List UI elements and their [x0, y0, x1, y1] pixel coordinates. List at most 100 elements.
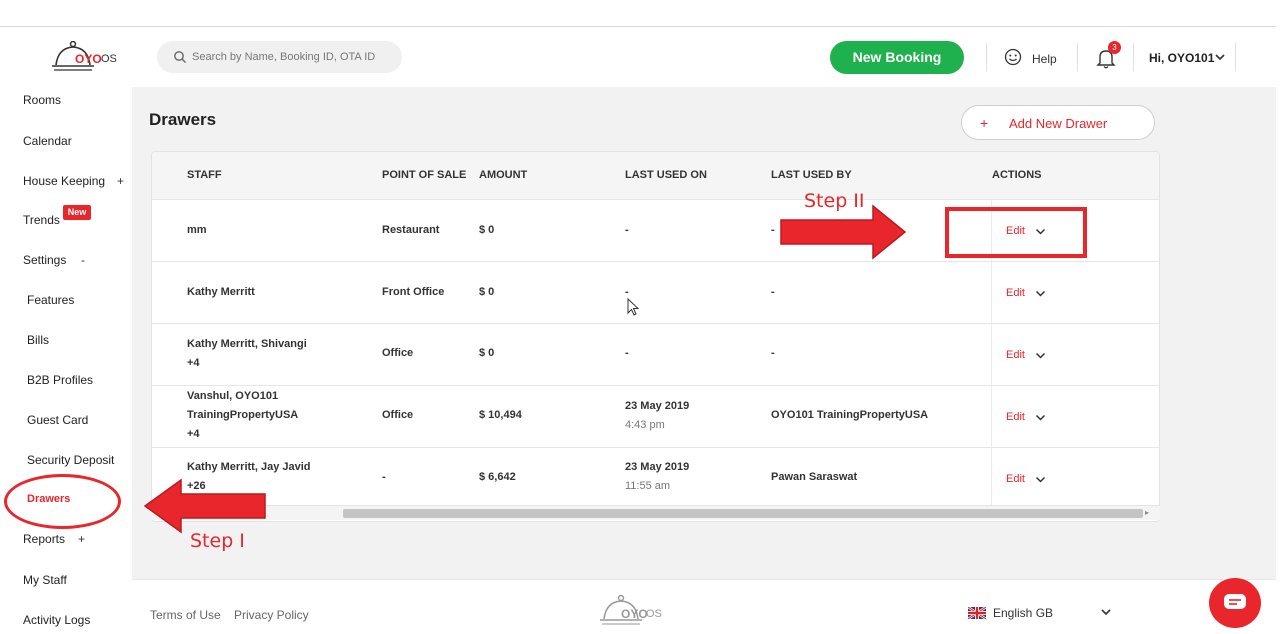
step1-arrow-icon	[143, 478, 266, 534]
search-bar[interactable]: Search by Name, Booking ID, OTA ID	[157, 41, 402, 73]
header-divider	[1235, 43, 1236, 71]
last-used-on-cell: 23 May 2019	[625, 461, 690, 473]
amount-cell: $ 0	[479, 286, 495, 298]
privacy-policy-link[interactable]: Privacy Policy	[234, 608, 309, 622]
sidebar-item-features[interactable]: Features	[27, 293, 74, 307]
language-selector[interactable]: English GB	[993, 606, 1053, 620]
sidebar-item-calendar[interactable]: Calendar	[23, 134, 72, 148]
sidebar-item-activity-logs[interactable]: Activity Logs	[23, 613, 90, 627]
expand-icon[interactable]: +	[78, 532, 85, 546]
staff-cell: mm	[187, 224, 207, 236]
header-divider	[986, 43, 987, 71]
edit-button[interactable]: Edit	[1006, 287, 1025, 299]
staff-cell: Kathy Merritt, Shivangi	[187, 338, 307, 350]
staff-cell: Kathy Merritt, Jay Javid	[187, 461, 311, 473]
column-header-point-of-sale: POINT OF SALE	[382, 169, 467, 181]
sidebar-item-bills[interactable]: Bills	[27, 333, 49, 347]
sidebar-item-trends[interactable]: Trends	[23, 213, 60, 227]
logo-text: OYO	[75, 52, 102, 66]
pos-cell: Front Office	[382, 286, 445, 298]
page-title: Drawers	[149, 110, 217, 129]
user-menu[interactable]: Hi, OYO101	[1149, 51, 1214, 65]
last-used-on-cell: -	[625, 347, 629, 359]
staff-more-count: +4	[187, 357, 200, 369]
help-label[interactable]: Help	[1032, 52, 1057, 66]
chevron-down-icon[interactable]	[1100, 608, 1112, 617]
last-used-time: 4:43 pm	[625, 419, 665, 431]
staff-more-count: +4	[187, 428, 200, 440]
actions-cell: Edit	[991, 448, 1159, 509]
last-used-on-cell: 23 May 2019	[625, 400, 690, 412]
last-used-by-cell: -	[771, 286, 775, 298]
add-new-drawer-button[interactable]: + Add New Drawer	[961, 105, 1155, 140]
sidebar-item-rooms[interactable]: Rooms	[23, 93, 61, 107]
actions-cell: Edit	[991, 262, 1159, 323]
sidebar-item-security-deposit[interactable]: Security Deposit	[27, 453, 114, 467]
amount-cell: $ 10,494	[479, 409, 522, 421]
chevron-down-icon[interactable]	[1035, 352, 1046, 360]
last-used-by-cell: OYO101 TrainingPropertyUSA	[771, 409, 929, 421]
footer-logo-suffix: OS	[646, 608, 662, 620]
expand-icon[interactable]: +	[117, 174, 124, 188]
staff-cell: Vanshul, OYO101	[187, 390, 279, 402]
sidebar-item-reports[interactable]: Reports	[23, 532, 65, 546]
search-icon	[174, 51, 186, 63]
column-header-staff: STAFF	[187, 169, 222, 181]
step2-label: Step II	[804, 190, 865, 212]
last-used-on-cell: -	[625, 224, 629, 236]
help-icon[interactable]	[1004, 48, 1022, 66]
amount-cell: $ 0	[479, 224, 495, 236]
last-used-by-cell: -	[771, 347, 775, 359]
new-badge: New	[63, 205, 91, 220]
sidebar-item-settings[interactable]: Settings	[23, 253, 66, 267]
pos-cell: -	[382, 471, 386, 483]
amount-cell: $ 6,642	[479, 471, 516, 483]
table-row: Kathy Merritt Front Office $ 0 - - Edit	[152, 261, 1159, 323]
edit-button[interactable]: Edit	[1006, 411, 1025, 423]
table-header: STAFF POINT OF SALE AMOUNT LAST USED ON …	[152, 152, 1159, 199]
add-new-drawer-label: Add New Drawer	[1009, 116, 1108, 131]
new-booking-button[interactable]: New Booking	[830, 41, 964, 74]
edit-highlight-box	[945, 207, 1087, 258]
scrollbar-thumb[interactable]	[343, 509, 1143, 518]
horizontal-scrollbar[interactable]: ▸	[151, 505, 1160, 520]
pos-cell: Restaurant	[382, 224, 440, 236]
scroll-right-icon[interactable]: ▸	[1145, 508, 1149, 517]
notification-count-badge: 3	[1108, 41, 1121, 54]
header-divider	[1077, 43, 1078, 71]
last-used-time: 11:55 am	[625, 480, 671, 492]
step2-arrow-icon	[780, 204, 907, 260]
chevron-down-icon[interactable]	[1035, 414, 1046, 422]
sidebar-item-my-staff[interactable]: My Staff	[23, 573, 67, 587]
column-header-last-used-on: LAST USED ON	[625, 169, 707, 181]
chevron-down-icon[interactable]	[1035, 290, 1046, 298]
edit-button[interactable]: Edit	[1006, 349, 1025, 361]
sidebar-item-house-keeping[interactable]: House Keeping	[23, 174, 105, 188]
chevron-down-icon[interactable]	[1035, 476, 1046, 484]
plus-icon: +	[980, 115, 989, 131]
footer: Terms of Use Privacy Policy OYO OS Engli…	[132, 579, 1276, 634]
last-used-by-cell: -	[771, 224, 775, 236]
chevron-down-icon[interactable]	[1214, 53, 1226, 62]
table-row: Kathy Merritt, Shivangi +4 Office $ 0 - …	[152, 323, 1159, 385]
edit-button[interactable]: Edit	[1006, 473, 1025, 485]
collapse-icon[interactable]: -	[81, 253, 85, 267]
table-row: Kathy Merritt, Jay Javid +26 - $ 6,642 2…	[152, 447, 1159, 509]
pos-cell: Office	[382, 347, 414, 359]
chat-icon[interactable]	[1222, 592, 1248, 614]
staff-cell-line2: TrainingPropertyUSA	[187, 409, 299, 421]
pos-cell: Office	[382, 409, 414, 421]
column-header-amount: AMOUNT	[479, 169, 528, 181]
sidebar-item-b2b-profiles[interactable]: B2B Profiles	[27, 373, 93, 387]
sidebar	[0, 87, 132, 634]
actions-cell: Edit	[991, 386, 1159, 447]
actions-cell: Edit	[991, 324, 1159, 385]
column-header-last-used-by: LAST USED BY	[771, 169, 852, 181]
column-header-actions: ACTIONS	[992, 169, 1042, 181]
terms-of-use-link[interactable]: Terms of Use	[150, 608, 221, 622]
step1-label: Step I	[190, 530, 245, 552]
last-used-by-cell: Pawan Saraswat	[771, 471, 858, 483]
search-input[interactable]: Search by Name, Booking ID, OTA ID	[192, 51, 375, 63]
sidebar-item-guest-card[interactable]: Guest Card	[27, 413, 88, 427]
amount-cell: $ 0	[479, 347, 495, 359]
